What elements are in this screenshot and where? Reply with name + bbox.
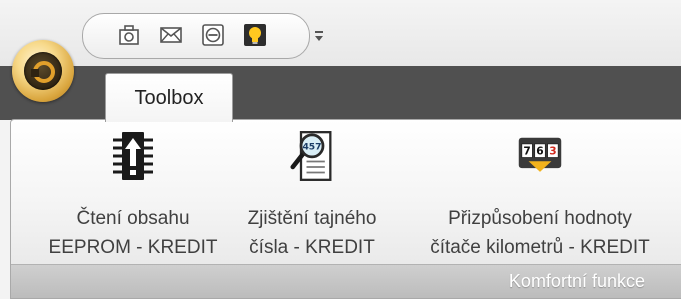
magnifier-document-icon: 457: [290, 130, 334, 182]
read-eeprom-label: Čtení obsahu EEPROM - KREDIT: [48, 208, 218, 258]
find-secret-number-button[interactable]: 457 Zjištění tajného čísla - KREDIT: [228, 130, 396, 262]
qat-customize-dropdown[interactable]: [314, 30, 324, 42]
chip-upload-icon: [111, 130, 155, 182]
svg-text:7: 7: [523, 144, 530, 157]
mail-icon[interactable]: [159, 23, 183, 47]
tab-toolbox[interactable]: Toolbox: [105, 73, 233, 122]
ribbon-group-footer: Komfortní funkce: [11, 264, 681, 298]
app-logo-icon: [24, 52, 62, 90]
svg-text:457: 457: [302, 142, 321, 153]
read-eeprom-button[interactable]: Čtení obsahu EEPROM - KREDIT: [38, 130, 228, 262]
svg-text:3: 3: [549, 144, 556, 157]
adjust-odometer-button[interactable]: 7 6 3 Přizpůsobení hodnoty čítače kilome…: [400, 130, 680, 262]
quick-access-toolbar: [82, 13, 310, 59]
group-label: Komfortní funkce: [508, 271, 645, 291]
odometer-icon: 7 6 3: [518, 130, 562, 182]
svg-text:6: 6: [536, 144, 543, 157]
find-secret-number-label: Zjištění tajného čísla - KREDIT: [247, 208, 377, 258]
adjust-odometer-label: Přizpůsobení hodnoty čítače kilometrů - …: [430, 208, 650, 258]
tab-toolbox-label: Toolbox: [134, 86, 204, 109]
bulb-icon[interactable]: [243, 23, 267, 47]
minus-icon[interactable]: [201, 23, 225, 47]
tab-strip: [0, 66, 681, 120]
application-menu-button[interactable]: [12, 40, 74, 102]
camera-icon[interactable]: [117, 23, 141, 47]
